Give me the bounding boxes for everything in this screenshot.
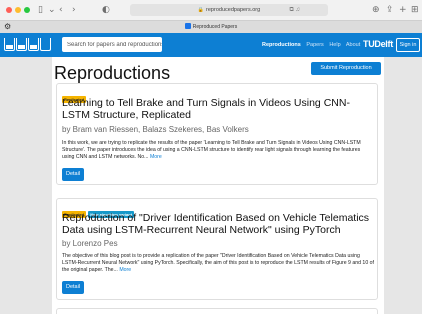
tab-overview-icon[interactable]: ⊞ <box>411 3 419 17</box>
nav-link-papers[interactable]: Papers <box>306 42 323 48</box>
close-window-button[interactable] <box>6 7 12 13</box>
browser-titlebar: ▯ ⌄ ‹ › ◐ 🔒 reproducedpapers.org ⧉ ♫ ⊕ ⇪ … <box>0 0 422 20</box>
card-description-text: The objective of this blog post is to pr… <box>62 253 374 273</box>
zoom-window-button[interactable] <box>24 7 30 13</box>
address-url: reproducedpapers.org <box>206 7 261 13</box>
search-input[interactable] <box>62 37 162 52</box>
chevron-down-icon[interactable]: ⌄ <box>48 3 56 17</box>
download-icon[interactable]: ⊕ <box>372 3 380 17</box>
card-description: The objective of this blog post is to pr… <box>62 253 374 274</box>
tab-active[interactable]: Reproduced Papers <box>0 21 422 33</box>
card-title[interactable]: Reproduction of "Driver Identification B… <box>62 212 374 236</box>
sidebar-icon[interactable]: ▯ <box>38 3 43 17</box>
card-description-text: In this work, we are trying to replicate… <box>62 140 361 160</box>
lock-icon: 🔒 <box>197 7 205 13</box>
site-logo[interactable] <box>4 38 54 52</box>
favicon-icon <box>184 23 191 29</box>
back-icon[interactable]: ‹ <box>59 3 63 17</box>
more-link[interactable]: More <box>150 154 162 160</box>
privacy-icon[interactable]: ◐ <box>102 3 110 17</box>
card-description: In this work, we are trying to replicate… <box>62 140 374 161</box>
new-tab-icon[interactable]: + <box>399 3 407 17</box>
card-authors: by Bram van Riessen, Balazs Szekeres, Ba… <box>62 125 249 134</box>
nav-link-about[interactable]: About <box>346 42 360 48</box>
reproduction-card: Replicated Learning to Tell Brake and Tu… <box>56 83 378 185</box>
forward-icon[interactable]: › <box>72 3 76 17</box>
tab-title: Reproduced Papers <box>192 24 238 30</box>
more-link[interactable]: More <box>119 267 131 273</box>
nav-link-help[interactable]: Help <box>329 42 340 48</box>
nav-links: Reproductions Papers Help About <box>262 33 364 57</box>
detail-button[interactable]: Detail <box>62 168 84 181</box>
tudelft-logo[interactable]: TUDelft <box>363 39 393 49</box>
card-title[interactable]: Learning to Tell Brake and Turn Signals … <box>62 97 374 121</box>
tab-bar: ⚙ Reproduced Papers <box>0 20 422 33</box>
share-icon[interactable]: ⇪ <box>386 3 394 17</box>
page-title: Reproductions <box>54 63 171 83</box>
nav-link-reproductions[interactable]: Reproductions <box>262 42 301 48</box>
site-navbar: Reproductions Papers Help About TUDelft … <box>0 33 422 57</box>
minimize-window-button[interactable] <box>15 7 21 13</box>
extension-icon[interactable]: ⧉ ♫ <box>290 4 300 16</box>
sign-in-button[interactable]: Sign in <box>396 38 420 52</box>
detail-button[interactable]: Detail <box>62 281 84 294</box>
reproduction-card: Replicated New algorithm variant Reproduc… <box>56 198 378 300</box>
reproduction-card <box>56 308 378 314</box>
card-authors: by Lorenzo Pes <box>62 239 118 248</box>
submit-reproduction-button[interactable]: Submit Reproduction <box>311 62 381 75</box>
address-bar[interactable]: 🔒 reproducedpapers.org ⧉ ♫ <box>130 4 328 16</box>
